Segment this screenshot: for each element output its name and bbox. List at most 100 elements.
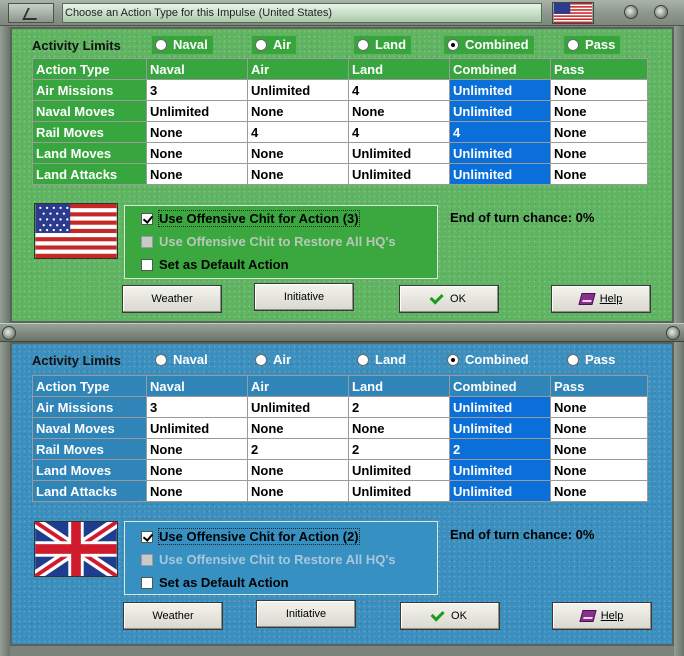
column-header: Pass <box>550 375 648 397</box>
table-row: Land Attacks None None Unlimited Unlimit… <box>32 163 648 185</box>
table-cell: None <box>247 163 349 185</box>
table-cell: 4 <box>247 121 349 143</box>
table-cell: 4 <box>449 121 551 143</box>
table-cell: None <box>550 480 648 502</box>
table-cell: Unlimited <box>449 459 551 481</box>
radio-pass[interactable]: Pass <box>564 36 621 54</box>
checkbox-icon <box>141 577 153 589</box>
table-cell: Unlimited <box>247 396 349 418</box>
checkbox-icon <box>141 213 153 225</box>
table-row: Rail Moves None 4 4 4 None <box>32 121 648 143</box>
radio-dot-icon <box>155 39 167 51</box>
system-menu-icon[interactable] <box>8 3 54 23</box>
radio-combined[interactable]: Combined <box>444 351 534 369</box>
column-header: Land <box>348 375 450 397</box>
rivet-icon <box>2 326 16 340</box>
row-header: Air Missions <box>32 79 147 101</box>
table-cell: 3 <box>146 396 248 418</box>
table-cell: None <box>146 459 248 481</box>
table-cell: None <box>550 121 648 143</box>
book-icon <box>579 610 597 622</box>
table-cell: None <box>247 142 349 164</box>
table-cell: None <box>348 417 450 439</box>
row-header: Air Missions <box>32 396 147 418</box>
radio-combined[interactable]: Combined <box>444 36 534 54</box>
restore-hqs-checkbox[interactable]: Use Offensive Chit to Restore All HQ's <box>141 233 396 251</box>
column-header: Combined <box>449 375 551 397</box>
activity-limits-table: Action Type Naval Air Land Combined Pass… <box>32 58 648 185</box>
end-of-turn-chance: End of turn chance: 0% <box>450 527 595 542</box>
end-of-turn-chance: End of turn chance: 0% <box>450 210 595 225</box>
table-row: Land Moves None None Unlimited Unlimited… <box>32 142 648 164</box>
table-row: Land Attacks None None Unlimited Unlimit… <box>32 480 648 502</box>
radio-naval[interactable]: Naval <box>152 36 213 54</box>
radio-dot-icon <box>447 354 459 366</box>
ok-button[interactable]: OK <box>399 285 499 313</box>
checkbox-icon <box>141 236 153 248</box>
row-header: Land Attacks <box>32 163 147 185</box>
radio-land[interactable]: Land <box>354 351 411 369</box>
activity-limits-label: Activity Limits <box>32 38 121 53</box>
radio-dot-icon <box>357 354 369 366</box>
table-cell: Unlimited <box>146 417 248 439</box>
table-cell: Unlimited <box>348 459 450 481</box>
use-offensive-chit-checkbox[interactable]: Use Offensive Chit for Action (2) <box>141 528 360 546</box>
table-row: Naval Moves Unlimited None None Unlimite… <box>32 417 648 439</box>
radio-dot-icon <box>357 39 369 51</box>
restore-hqs-checkbox[interactable]: Use Offensive Chit to Restore All HQ's <box>141 551 396 569</box>
radio-dot-icon <box>447 39 459 51</box>
table-cell: 2 <box>449 438 551 460</box>
book-icon <box>578 293 596 305</box>
table-cell: 2 <box>348 438 450 460</box>
help-button[interactable]: Help <box>551 285 651 313</box>
radio-dot-icon <box>567 354 579 366</box>
row-header: Rail Moves <box>32 121 147 143</box>
radio-air[interactable]: Air <box>252 36 297 54</box>
column-header: Action Type <box>32 58 147 80</box>
radio-naval[interactable]: Naval <box>152 351 213 369</box>
table-cell: None <box>146 142 248 164</box>
rivet-icon <box>624 5 638 19</box>
table-cell: Unlimited <box>449 79 551 101</box>
table-cell: Unlimited <box>449 480 551 502</box>
table-cell: None <box>550 459 648 481</box>
table-row: Air Missions 3 Unlimited 4 Unlimited Non… <box>32 79 648 101</box>
panel-separator <box>0 323 684 342</box>
row-header: Naval Moves <box>32 417 147 439</box>
table-cell: None <box>146 121 248 143</box>
weather-button[interactable]: Weather <box>122 285 222 313</box>
table-cell: None <box>550 142 648 164</box>
table-header-row: Action Type Naval Air Land Combined Pass <box>32 58 648 80</box>
use-offensive-chit-checkbox[interactable]: Use Offensive Chit for Action (3) <box>141 210 360 228</box>
table-cell: None <box>550 100 648 122</box>
table-cell: None <box>247 480 349 502</box>
radio-pass[interactable]: Pass <box>564 351 620 369</box>
help-button[interactable]: Help <box>552 602 652 630</box>
checkbox-icon <box>141 554 153 566</box>
radio-dot-icon <box>567 39 579 51</box>
column-header: Naval <box>146 58 248 80</box>
table-row: Land Moves None None Unlimited Unlimited… <box>32 459 648 481</box>
radio-land[interactable]: Land <box>354 36 412 54</box>
table-cell: 4 <box>348 121 450 143</box>
column-header: Naval <box>146 375 248 397</box>
table-cell: Unlimited <box>449 417 551 439</box>
column-header: Air <box>247 58 349 80</box>
row-header: Land Moves <box>32 142 147 164</box>
table-cell: Unlimited <box>348 163 450 185</box>
weather-button[interactable]: Weather <box>123 602 223 630</box>
table-cell: Unlimited <box>449 396 551 418</box>
row-header: Land Moves <box>32 459 147 481</box>
column-header: Action Type <box>32 375 147 397</box>
initiative-button[interactable]: Initiative <box>256 600 356 628</box>
table-cell: None <box>247 459 349 481</box>
radio-air[interactable]: Air <box>252 351 296 369</box>
table-row: Naval Moves Unlimited None None Unlimite… <box>32 100 648 122</box>
table-cell: Unlimited <box>348 480 450 502</box>
offensive-chit-group: Use Offensive Chit for Action (2) Use Of… <box>124 521 438 595</box>
initiative-button[interactable]: Initiative <box>254 283 354 311</box>
table-cell: 2 <box>247 438 349 460</box>
default-action-checkbox[interactable]: Set as Default Action <box>141 574 289 592</box>
ok-button[interactable]: OK <box>400 602 500 630</box>
default-action-checkbox[interactable]: Set as Default Action <box>141 256 289 274</box>
